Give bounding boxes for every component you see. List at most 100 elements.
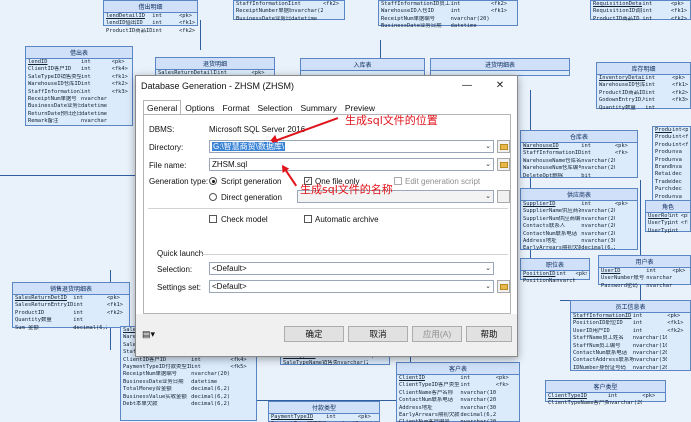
- tab-general[interactable]: General: [143, 100, 182, 115]
- er-table-row: BusinessDate业务日期datetime: [234, 16, 344, 23]
- er-table-cell: int: [642, 8, 653, 15]
- er-table-cell: nvarchar: [81, 118, 107, 125]
- chevron-down-icon[interactable]: ⌄: [485, 263, 491, 274]
- direct-generation-radio[interactable]: [209, 193, 217, 201]
- er-table-row: ProductID商品ID int <fk2>: [591, 16, 690, 23]
- er-table-row: WarehouseID仓库IDint <fk1>: [597, 82, 690, 89]
- settings-folder-button[interactable]: [497, 280, 510, 293]
- er-table-cell: StaffName员工姓名: [573, 335, 624, 342]
- er-table-cell: int: [581, 201, 591, 207]
- er-table-row: ProductIDint<pk>: [653, 127, 690, 134]
- er-table-cell: <pk>: [614, 201, 628, 207]
- er-table-cell: BusinessDate业务日期: [123, 378, 184, 385]
- er-table-cell: int: [81, 81, 91, 88]
- er-table-cell: nvarchar(10): [556, 278, 576, 285]
- dialog-titlebar[interactable]: Database Generation - ZHSM (ZHSM) — ✕: [136, 76, 517, 97]
- chevron-down-icon[interactable]: ⌄: [485, 159, 491, 170]
- er-table-cell: BusinessDate业务日期: [236, 15, 292, 22]
- er-table-cell: int: [73, 302, 83, 309]
- er-table-cell: [112, 118, 130, 125]
- connection-button[interactable]: [497, 190, 510, 203]
- help-button[interactable]: 帮助: [466, 326, 512, 342]
- cancel-button[interactable]: 取消: [348, 326, 408, 342]
- er-table-cell: int: [81, 73, 91, 80]
- er-table-cell: <pk>: [667, 313, 681, 319]
- check-model-checkbox[interactable]: [209, 215, 217, 223]
- er-table-cell: ProductUnitID: [655, 141, 672, 148]
- er-table-cell: SalesReturnDetID: [15, 295, 67, 301]
- er-table-cell: int: [460, 382, 471, 389]
- er-table-cell: <fk2>: [178, 27, 195, 34]
- tab-selection[interactable]: Selection: [253, 100, 296, 115]
- er-table-cell: int: [450, 8, 461, 15]
- er-table-cell: nvarchar(20): [450, 15, 490, 22]
- er-table-cell: [112, 103, 130, 110]
- er-table-cell: int: [581, 150, 591, 157]
- browse-file-button[interactable]: [497, 158, 510, 171]
- er-table-cell: [615, 245, 635, 252]
- er-table-cell: DeleteOpt删除: [523, 172, 563, 179]
- er-table-cell: [682, 164, 688, 171]
- er-table-title: 入库表: [301, 59, 424, 71]
- er-table-row: ContactNum联系电话nvarchar(20): [521, 231, 637, 238]
- automatic-archive-checkbox[interactable]: [304, 215, 312, 223]
- er-table-cell: <fk1>: [667, 320, 684, 327]
- apply-button[interactable]: 应用(A): [412, 326, 462, 342]
- er-table-cell: TotalMoney合金额: [123, 386, 172, 393]
- folder-icon: [500, 144, 508, 150]
- er-table-row: ReceiptNum单据号 nvarchar: [26, 96, 132, 103]
- er-table-cell: <fk1>: [111, 73, 128, 80]
- er-table-row: SupplierName供应商名称nvarchar(20): [521, 208, 637, 215]
- selection-dropdown[interactable]: <Default> ⌄: [209, 262, 494, 275]
- er-table-cell: Sum 金额: [15, 324, 39, 331]
- filename-input[interactable]: ZHSM.sql ⌄: [209, 158, 494, 171]
- er-table-cell: [667, 365, 688, 372]
- er-table-cell: [112, 96, 130, 103]
- minimize-icon[interactable]: —: [458, 79, 476, 93]
- tab-format[interactable]: Format: [219, 100, 254, 115]
- chevron-down-icon[interactable]: ⌄: [485, 191, 491, 202]
- er-table-row: SaleTypeName销售类型nvarchar(20): [281, 360, 389, 367]
- directory-input[interactable]: G:\智慧商贸\数据库\ ⌄: [209, 140, 494, 153]
- script-generation-radio[interactable]: [209, 177, 217, 185]
- er-table-cell: Quantity数量: [15, 317, 52, 324]
- er-table-cell: datetime: [191, 378, 218, 385]
- er-table-row: RequisitionID调拨IDint <fk1>: [591, 8, 690, 15]
- settings-set-label: Settings set:: [157, 283, 202, 292]
- er-table-cell: nvarchar: [672, 156, 682, 163]
- er-table: 仓库表WarehouseIDint<pk>StaffInformationID员…: [520, 130, 638, 179]
- er-table-title: 客户表: [397, 363, 519, 375]
- dbms-label: DBMS:: [149, 125, 175, 134]
- er-table: 用户表UserIDint<pk>UserNumber账号nvarchar(20)…: [598, 255, 691, 289]
- er-table-cell: Address地址: [399, 404, 433, 411]
- er-table-cell: EarlyArrears期初欠款: [523, 245, 582, 252]
- er-table-cell: decimal: [672, 186, 682, 193]
- er-table-cell: Debt本单欠款: [123, 401, 158, 408]
- er-table-cell: WarehouseID仓库ID: [28, 81, 81, 88]
- er-table-row: ProductTypeIDint<fk>: [653, 134, 690, 141]
- er-table-row: ClientID int <pk>: [397, 375, 519, 382]
- er-table-cell: [682, 186, 688, 193]
- er-table-cell: [682, 157, 688, 164]
- er-table-cell: nvarchar(20): [291, 8, 323, 15]
- settings-set-dropdown[interactable]: <Default> ⌄: [209, 280, 494, 293]
- er-table: 付款类型PaymentTypeIDint<pk>PaymentType付款方式n…: [268, 401, 380, 422]
- quick-launch-label: Quick launch: [157, 249, 204, 258]
- er-table-cell: int: [645, 82, 656, 89]
- er-table-cell: [682, 149, 688, 156]
- er-table-row: Sum 金额 decimal(6,2): [13, 325, 129, 332]
- chevron-down-icon[interactable]: ⌄: [485, 141, 491, 152]
- browse-directory-button[interactable]: [497, 140, 510, 153]
- ok-button[interactable]: 确定: [284, 326, 344, 342]
- tab-summary[interactable]: Summary: [296, 100, 340, 115]
- menu-icon[interactable]: ▤▾: [142, 329, 155, 340]
- annotation-name: 生成sql文件的名称: [300, 183, 393, 196]
- er-table-row: Quantity数量 int: [13, 317, 129, 324]
- er-table-cell: <pk>: [682, 127, 688, 133]
- tab-options[interactable]: Options: [181, 100, 218, 115]
- close-icon[interactable]: ✕: [491, 79, 509, 93]
- edit-generation-script-checkbox[interactable]: [394, 177, 402, 185]
- er-table-cell: datetime: [291, 15, 318, 22]
- chevron-down-icon[interactable]: ⌄: [485, 281, 491, 292]
- er-table-row: ProductID商品ID int <fk2>: [104, 28, 197, 35]
